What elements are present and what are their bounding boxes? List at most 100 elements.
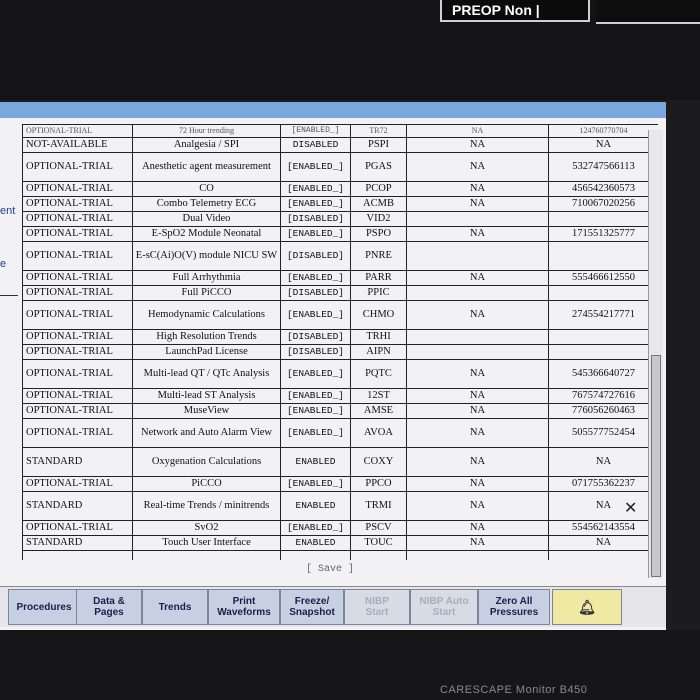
cell-state: OPTIONAL-TRIAL bbox=[22, 329, 133, 345]
cell-feature: Ventilation Calculations bbox=[132, 550, 281, 560]
scrollbar-thumb[interactable] bbox=[651, 355, 661, 577]
table-row[interactable]: OPTIONAL-TRIAL Network and Auto Alarm Vie… bbox=[22, 418, 658, 448]
cell-status: [ENABLED_] bbox=[280, 388, 351, 404]
cell-code: PPCO bbox=[350, 476, 407, 492]
cell-state: OPTIONAL-TRIAL bbox=[22, 241, 133, 271]
close-icon[interactable]: ✕ bbox=[624, 498, 637, 517]
cell-feature: SvO2 bbox=[132, 520, 281, 536]
cell-code: TOUC bbox=[350, 535, 407, 551]
cell-feature: 72 Hour trending bbox=[132, 124, 281, 138]
sidebar-fragment-1[interactable]: ent bbox=[0, 205, 15, 217]
cell-state: OPTIONAL-TRIAL bbox=[22, 181, 133, 197]
cell-code: CHMO bbox=[350, 300, 407, 330]
cell-key: 545366640727 bbox=[548, 359, 658, 389]
cell-trial bbox=[406, 241, 549, 271]
cell-key: 071755362237 bbox=[548, 476, 658, 492]
cell-key: 554562143554 bbox=[548, 520, 658, 536]
cell-code: TR72 bbox=[350, 124, 407, 138]
cell-status: [ENABLED_] bbox=[280, 270, 351, 286]
table-row[interactable]: OPTIONAL-TRIAL PiCCO [ENABLED_] PPCO NA 07175… bbox=[22, 476, 658, 492]
table-row[interactable]: OPTIONAL-TRIAL E-sC(Ai)O(V) module NICU S… bbox=[22, 241, 658, 271]
cell-trial: NA bbox=[406, 520, 549, 536]
trends-button[interactable]: Trends bbox=[142, 589, 208, 625]
cell-code: PSPO bbox=[350, 226, 407, 242]
table-row[interactable]: OPTIONAL-TRIAL Anesthetic agent measureme… bbox=[22, 152, 658, 182]
zero-all-pressures-button[interactable]: Zero All Pressures bbox=[478, 589, 550, 625]
cell-status: [ENABLED_] bbox=[280, 520, 351, 536]
table-row[interactable]: STANDARD Real-time Trends / minitrends ENA… bbox=[22, 491, 658, 521]
cell-status: [ENABLED_] bbox=[280, 300, 351, 330]
table-row[interactable]: OPTIONAL-TRIAL High Resolution Trends [DIS… bbox=[22, 329, 658, 345]
monitor-bezel-bottom bbox=[0, 630, 700, 700]
table-row[interactable]: OPTIONAL-TRIAL Hemodynamic Calculations [E… bbox=[22, 300, 658, 330]
table-row[interactable]: OPTIONAL-TRIAL SvO2 [ENABLED_] PSCV NA 554562… bbox=[22, 520, 658, 536]
cell-key: 710067020256 bbox=[548, 196, 658, 212]
cell-state: OPTIONAL-TRIAL bbox=[22, 285, 133, 301]
cell-key bbox=[548, 211, 658, 227]
cell-state: NOT-AVAILABLE bbox=[22, 550, 133, 560]
cell-trial: NA bbox=[406, 226, 549, 242]
procedures-button[interactable]: Procedures bbox=[8, 589, 80, 625]
table-row[interactable]: STANDARD Oxygenation Calculations ENABLED C… bbox=[22, 447, 658, 477]
table-row[interactable]: OPTIONAL-TRIAL MuseView [ENABLED_] AMSE NA 77… bbox=[22, 403, 658, 419]
cell-status: [DISABLED] bbox=[280, 329, 351, 345]
table-row[interactable]: NOT-AVAILABLE Analgesia / SPI DISABLED PSPI… bbox=[22, 137, 658, 153]
cell-status: [ENABLED_] bbox=[280, 196, 351, 212]
alarm-silence-button[interactable]: 🔔︎ bbox=[552, 589, 622, 625]
cell-feature: E-sC(Ai)O(V) module NICU SW bbox=[132, 241, 281, 271]
cell-trial: NA bbox=[406, 181, 549, 197]
table-row[interactable]: OPTIONAL-TRIAL Multi-lead ST Analysis [ENA… bbox=[22, 388, 658, 404]
cell-code: COXY bbox=[350, 447, 407, 477]
table-row[interactable]: STANDARD Touch User Interface ENABLED TOUC N… bbox=[22, 535, 658, 551]
cell-trial: NA bbox=[406, 137, 549, 153]
cell-feature: Dual Video bbox=[132, 211, 281, 227]
cell-state: OPTIONAL-TRIAL bbox=[22, 403, 133, 419]
cell-code: PCOP bbox=[350, 181, 407, 197]
cell-key bbox=[548, 241, 658, 271]
table-row[interactable]: OPTIONAL-TRIAL Full Arrhythmia [ENABLED_] P… bbox=[22, 270, 658, 286]
cell-code: AIPN bbox=[350, 344, 407, 360]
table-row[interactable]: OPTIONAL-TRIAL E-SpO2 Module Neonatal [ENA… bbox=[22, 226, 658, 242]
licenses-table: OPTIONAL-TRIAL 72 Hour trending [ENABLED… bbox=[22, 124, 658, 560]
cell-key: 767574727616 bbox=[548, 388, 658, 404]
cell-feature: E-SpO2 Module Neonatal bbox=[132, 226, 281, 242]
cell-state: OPTIONAL-TRIAL bbox=[22, 226, 133, 242]
cell-status: [DISABLED] bbox=[280, 344, 351, 360]
cell-key: 124760770704 bbox=[548, 124, 658, 138]
cell-key: 171551325777 bbox=[548, 226, 658, 242]
cell-feature: CO bbox=[132, 181, 281, 197]
save-button[interactable]: [ Save ] bbox=[306, 564, 354, 575]
cell-state: OPTIONAL-TRIAL bbox=[22, 124, 133, 138]
cell-feature: PiCCO bbox=[132, 476, 281, 492]
table-row[interactable]: NOT-AVAILABLEVentilation CalculationsDIS… bbox=[22, 550, 658, 560]
cell-state: OPTIONAL-TRIAL bbox=[22, 476, 133, 492]
cell-status: [ENABLED_] bbox=[280, 359, 351, 389]
status-bar-right bbox=[596, 0, 700, 24]
cell-state: OPTIONAL-TRIAL bbox=[22, 211, 133, 227]
brand-label: CARESCAPE Monitor B450 bbox=[440, 684, 588, 696]
cell-state: STANDARD bbox=[22, 535, 133, 551]
table-row[interactable]: OPTIONAL-TRIAL Full PiCCO [DISABLED] PPIC bbox=[22, 285, 658, 301]
data-pages-button[interactable]: Data & Pages bbox=[76, 589, 142, 625]
print-waveforms-button[interactable]: Print Waveforms bbox=[208, 589, 280, 625]
cell-code: TRMI bbox=[350, 491, 407, 521]
cell-key: NA bbox=[548, 447, 658, 477]
table-row[interactable]: OPTIONAL-TRIAL Multi-lead QT / QTc Analys… bbox=[22, 359, 658, 389]
table-row[interactable]: OPTIONAL-TRIAL Dual Video [DISABLED] VID2 bbox=[22, 211, 658, 227]
cell-status: [ENABLED_] bbox=[280, 403, 351, 419]
table-row[interactable]: OPTIONAL-TRIAL Combo Telemetry ECG [ENABLE… bbox=[22, 196, 658, 212]
cell-state: OPTIONAL-TRIAL bbox=[22, 300, 133, 330]
cell-feature: LaunchPad License bbox=[132, 344, 281, 360]
cell-key bbox=[548, 329, 658, 345]
sidebar-fragment-2[interactable]: e bbox=[0, 258, 6, 270]
nibp-start-button[interactable]: NIBP Start bbox=[344, 589, 410, 625]
freeze-snapshot-button[interactable]: Freeze/ Snapshot bbox=[280, 589, 344, 625]
cell-feature: MuseView bbox=[132, 403, 281, 419]
cell-trial: NA bbox=[406, 403, 549, 419]
cell-code: PGAS bbox=[350, 152, 407, 182]
table-row[interactable]: OPTIONAL-TRIAL CO [ENABLED_] PCOP NA 45654236… bbox=[22, 181, 658, 197]
nibp-auto-start-button[interactable]: NIBP Auto Start bbox=[410, 589, 478, 625]
cell-state: STANDARD bbox=[22, 447, 133, 477]
cell-trial: NA bbox=[406, 418, 549, 448]
table-row[interactable]: OPTIONAL-TRIAL LaunchPad License [DISABLED… bbox=[22, 344, 658, 360]
